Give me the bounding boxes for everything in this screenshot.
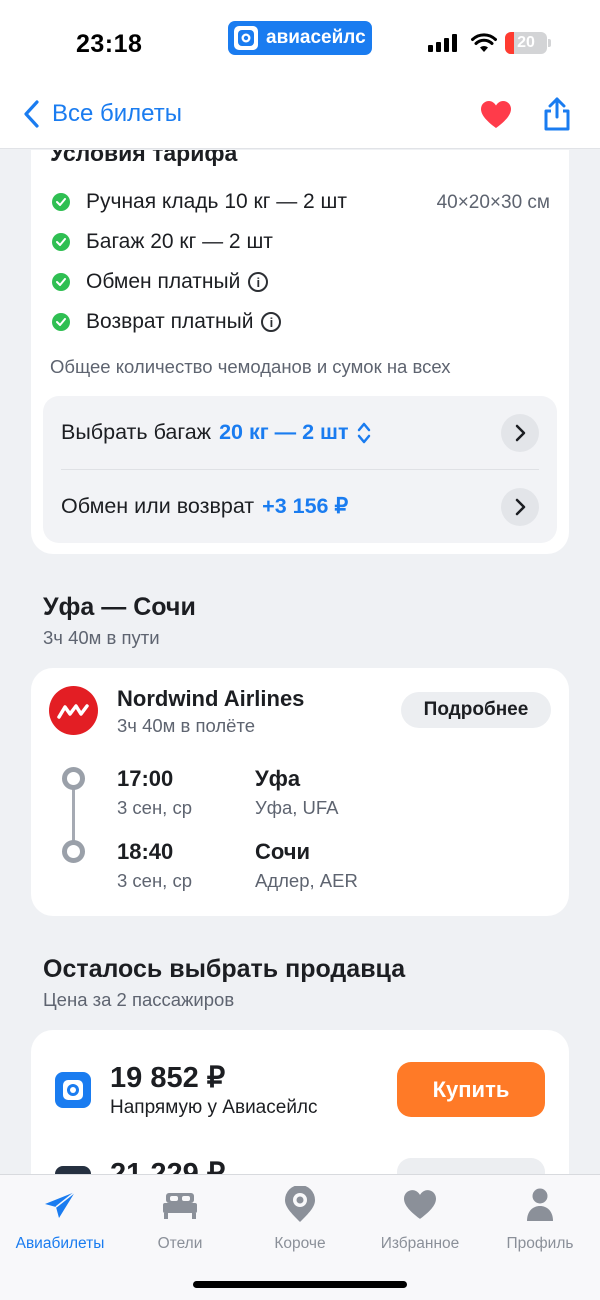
select-baggage-row[interactable]: Выбрать багаж 20 кг — 2 шт: [61, 396, 539, 469]
favorite-heart-icon[interactable]: [480, 100, 512, 130]
navigation-bar: Все билеты: [0, 85, 600, 149]
airline-name: Nordwind Airlines: [117, 686, 305, 711]
exchange-refund-row[interactable]: Обмен или возврат +3 156 ₽: [61, 470, 539, 543]
exchange-refund-price: +3 156 ₽: [262, 494, 349, 518]
aviasales-logo-icon: [234, 26, 258, 50]
feature-baggage: Багаж 20 кг — 2 шт: [52, 230, 273, 254]
select-baggage-label: Выбрать багаж: [61, 420, 212, 444]
feature-refund: Возврат платный i: [52, 310, 282, 334]
check-icon: [52, 313, 70, 331]
check-icon: [52, 233, 70, 251]
chevron-right-icon: [501, 487, 539, 526]
baggage-note: Общее количество чемоданов и сумок на вс…: [50, 356, 451, 377]
location-pin-icon: [280, 1185, 320, 1225]
tab-label: Избранное: [380, 1235, 460, 1252]
flight-time: 3ч 40м в полёте: [117, 715, 256, 736]
seller-button[interactable]: [397, 1158, 545, 1174]
hand-luggage-dimensions: 40×20×30 см: [436, 192, 550, 213]
arrival-date: 3 сен, ср: [117, 870, 193, 891]
person-icon: [520, 1185, 560, 1225]
seller-logo-icon: [55, 1166, 91, 1174]
home-indicator: [193, 1281, 407, 1288]
select-baggage-value: 20 кг — 2 шт: [219, 420, 349, 444]
arrival-city: Сочи: [255, 839, 311, 864]
wifi-icon: [471, 33, 497, 52]
arrival-dot: [62, 840, 85, 863]
back-button-label: Все билеты: [52, 100, 182, 127]
tariff-options: Выбрать багаж 20 кг — 2 шт Обмен или воз…: [43, 396, 557, 543]
heart-icon: [400, 1185, 440, 1225]
tab-favorites[interactable]: Избранное: [360, 1185, 480, 1255]
scroll-content[interactable]: Условия тарифа Ручная кладь 10 кг — 2 шт…: [0, 150, 600, 1174]
info-icon[interactable]: i: [261, 312, 282, 332]
seller-price: 19 852 ₽: [110, 1062, 226, 1094]
sellers-subtitle: Цена за 2 пассажиров: [43, 989, 235, 1010]
tab-hotels[interactable]: Отели: [120, 1185, 240, 1255]
seller-description: Напрямую у Авиасейлс: [110, 1097, 318, 1118]
arrival-airport: Адлер, AER: [255, 870, 358, 891]
tariff-title: Условия тарифа: [50, 150, 238, 166]
plane-icon: [40, 1185, 80, 1225]
tab-label: Авиабилеты: [15, 1235, 105, 1252]
route-title: Уфа — Сочи: [43, 593, 196, 621]
tab-profile[interactable]: Профиль: [480, 1185, 600, 1255]
chevron-up-down-icon: [357, 422, 370, 443]
departure-dot: [62, 767, 85, 790]
feature-text: Возврат платный: [86, 310, 254, 333]
share-icon[interactable]: [541, 97, 573, 131]
departure-airport: Уфа, UFA: [255, 797, 339, 818]
nordwind-logo-icon: [49, 686, 98, 735]
cellular-signal-icon: [428, 34, 457, 52]
chevron-left-icon: [24, 100, 39, 128]
app-indicator-pill[interactable]: авиасейлс: [228, 21, 372, 55]
feature-hand-luggage: Ручная кладь 10 кг — 2 шт: [52, 190, 347, 214]
aviasales-logo-icon: [55, 1072, 91, 1108]
departure-date: 3 сен, ср: [117, 797, 193, 818]
flight-card: Nordwind Airlines 3ч 40м в полёте Подроб…: [31, 668, 569, 916]
tab-short[interactable]: Короче: [240, 1185, 360, 1255]
feature-text: Ручная кладь 10 кг — 2 шт: [86, 190, 348, 213]
status-bar: 23:18 авиасейлс 20: [0, 0, 600, 85]
feature-text: Обмен платный: [86, 270, 241, 293]
check-icon: [52, 273, 70, 291]
chevron-right-icon: [501, 413, 539, 452]
check-icon: [52, 193, 70, 211]
feature-text: Багаж 20 кг — 2 шт: [86, 230, 273, 253]
departure-time: 17:00: [117, 766, 174, 791]
battery-level: 20: [517, 34, 535, 51]
arrival-time: 18:40: [117, 839, 174, 864]
seller-price: 21 229 ₽: [110, 1158, 226, 1174]
battery-icon: 20: [505, 32, 547, 54]
tab-label: Профиль: [506, 1235, 574, 1252]
route-duration: 3ч 40м в пути: [43, 627, 160, 648]
feature-exchange: Обмен платный i: [52, 270, 269, 294]
buy-button[interactable]: Купить: [397, 1062, 545, 1117]
tab-flights[interactable]: Авиабилеты: [0, 1185, 120, 1255]
tariff-conditions-card: Условия тарифа Ручная кладь 10 кг — 2 шт…: [31, 150, 569, 554]
app-pill-label: авиасейлс: [266, 27, 366, 48]
tab-bar: Авиабилеты Отели Короче Избранное Профил…: [0, 1174, 600, 1300]
tab-label: Отели: [157, 1235, 203, 1252]
bed-icon: [160, 1185, 200, 1225]
status-time: 23:18: [76, 30, 143, 58]
back-button[interactable]: Все билеты: [22, 99, 182, 129]
tab-label: Короче: [274, 1235, 326, 1252]
departure-city: Уфа: [255, 766, 301, 791]
sellers-title: Осталось выбрать продавца: [43, 955, 406, 983]
exchange-refund-label: Обмен или возврат: [61, 494, 255, 518]
details-button[interactable]: Подробнее: [401, 692, 551, 728]
info-icon[interactable]: i: [248, 272, 269, 292]
sellers-card: 19 852 ₽ Напрямую у Авиасейлс Купить 21 …: [31, 1030, 569, 1174]
